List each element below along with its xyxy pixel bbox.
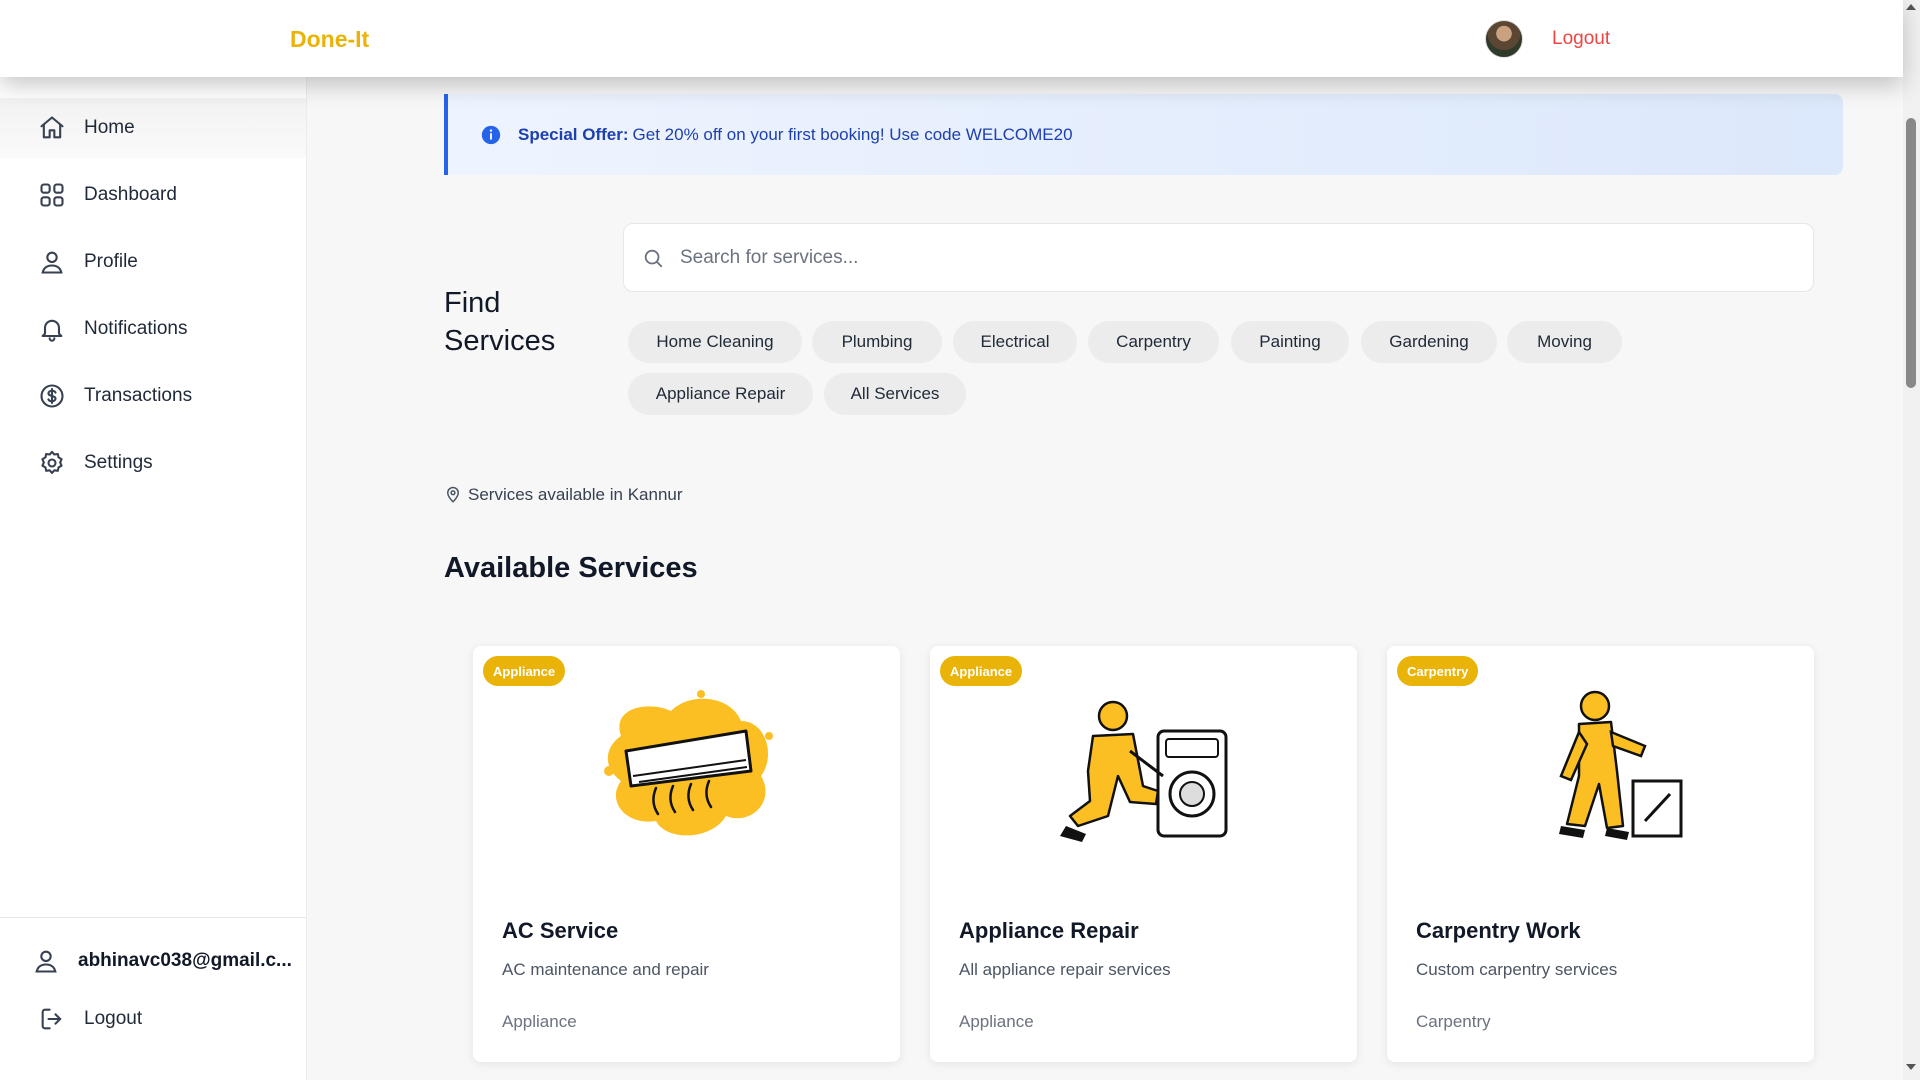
user-avatar[interactable] [1485, 20, 1523, 58]
scroll-up-arrow[interactable] [1906, 4, 1916, 10]
top-bar: Done-It Logout [0, 0, 1903, 77]
card-description: AC maintenance and repair [502, 960, 709, 979]
category-chip-carpentry[interactable]: Carpentry [1088, 321, 1219, 363]
carpenter-worker-illustration [1559, 690, 1683, 840]
home-icon [40, 116, 64, 139]
user-icon [35, 950, 57, 973]
card-description: All appliance repair services [959, 960, 1171, 979]
sidebar-item-dashboard[interactable]: Dashboard [0, 165, 306, 225]
category-badge: Carpentry [1397, 656, 1479, 686]
search-box[interactable] [623, 223, 1814, 292]
sidebar-item-home[interactable]: Home [0, 98, 306, 158]
sidebar-item-label: Transactions [84, 385, 193, 406]
grid-icon [40, 183, 64, 207]
sidebar: Home Dashboard Profile Notifications Tra… [0, 77, 307, 1080]
service-card-ac-service[interactable]: Appliance AC Service AC maintenance and … [473, 646, 900, 1062]
dollar-icon [40, 384, 64, 408]
card-title: AC Service [502, 918, 619, 943]
category-chip-electrical[interactable]: Electrical [953, 321, 1077, 363]
sidebar-item-notifications[interactable]: Notifications [0, 299, 306, 359]
user-icon [41, 251, 63, 274]
ac-unit-illustration [604, 690, 773, 836]
card-category: Carpentry [1416, 1012, 1491, 1031]
service-card-appliance-repair[interactable]: Appliance Appliance Repair All appliance… [930, 646, 1357, 1062]
search-icon [644, 249, 663, 267]
service-card-carpentry-work[interactable]: Carpentry Carpentry Work Custom carpentr… [1387, 646, 1814, 1062]
sidebar-item-label: Notifications [84, 318, 188, 339]
scroll-down-arrow[interactable] [1906, 1064, 1916, 1070]
bell-icon [41, 319, 63, 342]
category-chip-all-services[interactable]: All Services [824, 373, 966, 415]
category-chip-plumbing[interactable]: Plumbing [812, 321, 942, 363]
find-services-title: Find Services [444, 287, 556, 357]
gear-icon [41, 450, 63, 474]
header-logout-button[interactable]: Logout [1552, 28, 1610, 50]
offer-label: Special Offer: [518, 124, 629, 144]
location-info: Services available in Kannur [444, 485, 683, 505]
card-title: Appliance Repair [959, 918, 1139, 943]
sidebar-item-transactions[interactable]: Transactions [0, 366, 306, 426]
logout-icon [41, 1008, 62, 1030]
card-title: Carpentry Work [1416, 918, 1581, 943]
sidebar-item-label: Settings [84, 452, 153, 473]
sidebar-item-profile[interactable]: Profile [0, 232, 306, 292]
map-pin-icon [446, 486, 460, 503]
category-chip-appliance-repair[interactable]: Appliance Repair [628, 373, 813, 415]
brand-logo[interactable]: Done-It [290, 26, 369, 53]
sidebar-item-label: Dashboard [84, 184, 177, 205]
location-text: Services available in Kannur [468, 485, 683, 504]
sidebar-divider [0, 917, 306, 918]
card-category: Appliance [959, 1012, 1034, 1031]
card-description: Custom carpentry services [1416, 960, 1618, 979]
available-services-title: Available Services [444, 552, 698, 584]
technician-washing-machine-illustration [1060, 700, 1228, 842]
sidebar-item-settings[interactable]: Settings [0, 433, 306, 493]
logout-label: Logout [84, 1008, 143, 1029]
category-badge: Appliance [483, 656, 566, 686]
offer-text: Get 20% off on your first booking! Use c… [632, 124, 1073, 144]
scrollbar-thumb[interactable] [1906, 118, 1916, 388]
category-chip-painting[interactable]: Painting [1231, 321, 1349, 363]
sidebar-item-label: Home [84, 117, 135, 138]
sidebar-user[interactable]: abhinavc038@gmail.c... [32, 947, 292, 975]
search-input[interactable] [680, 246, 1780, 269]
sidebar-item-label: Profile [84, 251, 138, 272]
category-chip-home-cleaning[interactable]: Home Cleaning [628, 321, 802, 363]
sidebar-logout-button[interactable]: Logout [38, 1005, 142, 1033]
info-icon [481, 125, 501, 144]
special-offer-banner: Special Offer: Get 20% off on your first… [444, 94, 1843, 175]
card-category: Appliance [502, 1012, 577, 1031]
category-chip-gardening[interactable]: Gardening [1361, 321, 1497, 363]
user-email: abhinavc038@gmail.c... [78, 950, 292, 971]
category-badge: Appliance [940, 656, 1023, 686]
category-chip-moving[interactable]: Moving [1507, 321, 1622, 363]
